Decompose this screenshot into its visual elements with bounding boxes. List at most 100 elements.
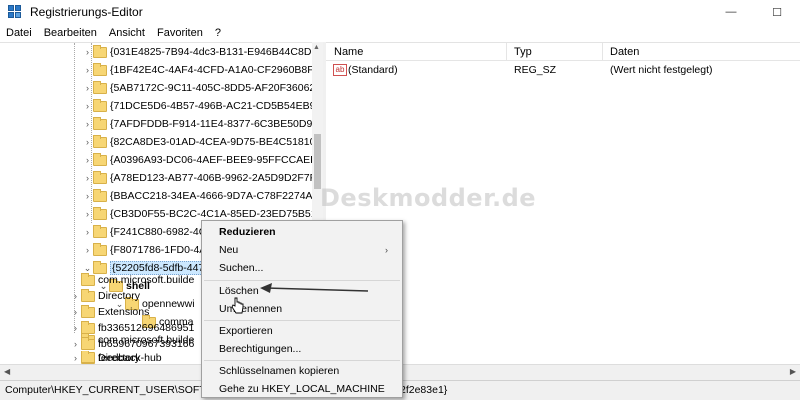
chevron-right-icon[interactable]: › <box>82 209 93 219</box>
menu-item-new-label: Neu <box>219 244 239 256</box>
menu-item-find[interactable]: Suchen... <box>219 260 394 276</box>
annotation-arrow-icon <box>260 283 369 293</box>
folder-icon <box>81 304 95 318</box>
status-path: Computer\HKEY_CURRENT_USER\SOFTWAR <box>5 384 230 396</box>
tree-key-label: {CB3D0F55-BC2C-4C1A-85ED-23ED75B5106B} <box>110 208 324 220</box>
tree-key-label: fb659670967393166 <box>98 338 195 350</box>
folder-icon <box>93 188 107 202</box>
chevron-right-icon[interactable]: › <box>82 155 93 165</box>
chevron-right-icon[interactable]: › <box>82 137 93 147</box>
value-name: (Standard) <box>348 64 398 76</box>
tree-key[interactable]: › {82CA8DE3-01AD-4CEA-9D75-BE4C51810A9E} <box>82 133 324 151</box>
tree-key[interactable]: › {7AFDFDDB-F914-11E4-8377-6C3BE50D980C} <box>82 115 324 133</box>
folder-icon <box>93 206 107 220</box>
menu-item-new[interactable]: Neu › <box>219 242 394 258</box>
chevron-right-icon[interactable]: › <box>82 65 93 75</box>
menu-datei[interactable]: Datei <box>0 27 38 39</box>
tree-key[interactable]: › {71DCE5D6-4B57-496B-AC21-CD5B54EB93FD} <box>82 97 324 115</box>
menu-item-collapse[interactable]: Reduzieren <box>219 224 394 240</box>
folder-icon <box>81 351 95 363</box>
hand-cursor-icon <box>231 297 244 314</box>
status-path-end: 2f2e83e1} <box>400 384 448 396</box>
window-title: Registrierungs-Editor <box>30 5 143 19</box>
menu-item-export[interactable]: Exportieren <box>219 323 394 339</box>
value-type: REG_SZ <box>514 64 557 76</box>
scroll-left-icon[interactable]: ◀ <box>4 367 10 376</box>
tree-key-label: {A0396A93-DC06-4AEF-BEE9-95FFCCAEF20E} <box>110 154 324 166</box>
folder-icon <box>93 152 107 166</box>
tree-key-label: Directory <box>98 290 141 302</box>
menu-separator <box>204 360 400 361</box>
chevron-right-icon[interactable]: › <box>70 339 81 349</box>
tree-key-label: com.microsoft.builde <box>98 274 195 286</box>
tree-key-label: {A78ED123-AB77-406B-9962-2A5D9D2F7F30} <box>110 172 324 184</box>
values-header: Name Typ Daten <box>326 43 800 61</box>
folder-icon <box>93 98 107 112</box>
tree-key[interactable]: › {BBACC218-34EA-4666-9D7A-C78F2274A524} <box>82 187 324 205</box>
tree-key-label: Extensions <box>98 306 150 318</box>
folder-icon <box>81 336 95 350</box>
tree-key[interactable]: › {031E4825-7B94-4dc3-B131-E946B44C8DD5} <box>82 43 324 61</box>
tree-key[interactable]: › {5AB7172C-9C11-405C-8DD5-AF20F3606282} <box>82 79 324 97</box>
scroll-up-icon[interactable]: ▲ <box>313 44 320 51</box>
menu-item-rename[interactable]: Umbenennen <box>219 301 394 317</box>
chevron-right-icon[interactable]: › <box>82 227 93 237</box>
title-bar: Registrierungs-Editor — ☐ <box>0 0 800 24</box>
tree-key-label: {7AFDFDDB-F914-11E4-8377-6C3BE50D980C} <box>110 118 324 130</box>
chevron-right-icon[interactable]: › <box>70 291 81 301</box>
folder-icon <box>81 272 95 286</box>
tree-key-label: {82CA8DE3-01AD-4CEA-9D75-BE4C51810A9E} <box>110 136 324 148</box>
column-data-header[interactable]: Daten <box>610 46 639 58</box>
column-type-header[interactable]: Typ <box>514 46 532 58</box>
menu-item-copy-key-name[interactable]: Schlüsselnamen kopieren <box>219 363 394 379</box>
menu-ansicht[interactable]: Ansicht <box>103 27 151 39</box>
watermark: Deskmodder.de <box>320 184 537 212</box>
tree-key-label: {5AB7172C-9C11-405C-8DD5-AF20F3606282} <box>110 82 324 94</box>
chevron-right-icon[interactable]: › <box>82 101 93 111</box>
chevron-right-icon[interactable]: › <box>82 191 93 201</box>
chevron-right-icon[interactable]: › <box>82 173 93 183</box>
tree-key[interactable]: › {A78ED123-AB77-406B-9962-2A5D9D2F7F30} <box>82 169 324 187</box>
menu-item-permissions[interactable]: Berechtigungen... <box>219 341 394 357</box>
scroll-right-icon[interactable]: ▶ <box>790 367 796 376</box>
submenu-arrow-icon: › <box>385 245 388 255</box>
chevron-right-icon[interactable]: › <box>82 245 93 255</box>
registry-editor-icon <box>8 5 22 19</box>
folder-icon <box>81 288 95 302</box>
menu-bar: Datei Bearbeiten Ansicht Favoriten ? <box>0 24 800 42</box>
folder-icon <box>93 134 107 148</box>
folder-icon <box>93 116 107 130</box>
tree-key-label: {71DCE5D6-4B57-496B-AC21-CD5B54EB93FD} <box>110 100 324 112</box>
value-row[interactable]: ab (Standard) REG_SZ (Wert nicht festgel… <box>326 63 800 79</box>
tree-key-label: {1BF42E4C-4AF4-4CFD-A1A0-CF2960B8F63E} <box>110 64 324 76</box>
folder-icon <box>93 224 107 238</box>
folder-icon <box>93 62 107 76</box>
scroll-thumb[interactable] <box>314 134 321 189</box>
maximize-button[interactable]: ☐ <box>754 0 800 24</box>
menu-item-goto-hklm[interactable]: Gehe zu HKEY_LOCAL_MACHINE <box>219 381 394 397</box>
folder-icon <box>81 320 95 334</box>
menu-separator <box>204 320 400 321</box>
chevron-right-icon[interactable]: › <box>82 47 93 57</box>
menu-favoriten[interactable]: Favoriten <box>151 27 209 39</box>
folder-icon <box>93 44 107 58</box>
tree-key-label: opennewwi <box>142 298 195 310</box>
string-value-icon: ab <box>333 64 347 76</box>
tree-key-label: {031E4825-7B94-4dc3-B131-E946B44C8DD5} <box>110 46 324 58</box>
chevron-right-icon[interactable]: › <box>82 83 93 93</box>
tree-key[interactable]: › {1BF42E4C-4AF4-4CFD-A1A0-CF2960B8F63E} <box>82 61 324 79</box>
column-name-header[interactable]: Name <box>334 46 363 58</box>
folder-icon <box>93 170 107 184</box>
chevron-right-icon[interactable]: › <box>70 307 81 317</box>
chevron-right-icon[interactable]: › <box>70 323 81 333</box>
minimize-button[interactable]: — <box>708 0 754 24</box>
folder-icon <box>93 80 107 94</box>
chevron-right-icon[interactable]: › <box>82 119 93 129</box>
menu-help[interactable]: ? <box>209 27 227 39</box>
folder-icon <box>93 242 107 256</box>
tree-key[interactable]: › {A0396A93-DC06-4AEF-BEE9-95FFCCAEF20E} <box>82 151 324 169</box>
tree-key-label: feedback-hub <box>98 351 162 364</box>
menu-bearbeiten[interactable]: Bearbeiten <box>38 27 103 39</box>
tree-key[interactable]: feedback-hub <box>70 351 162 364</box>
tree-key-label: fb336512696486951 <box>98 322 195 334</box>
